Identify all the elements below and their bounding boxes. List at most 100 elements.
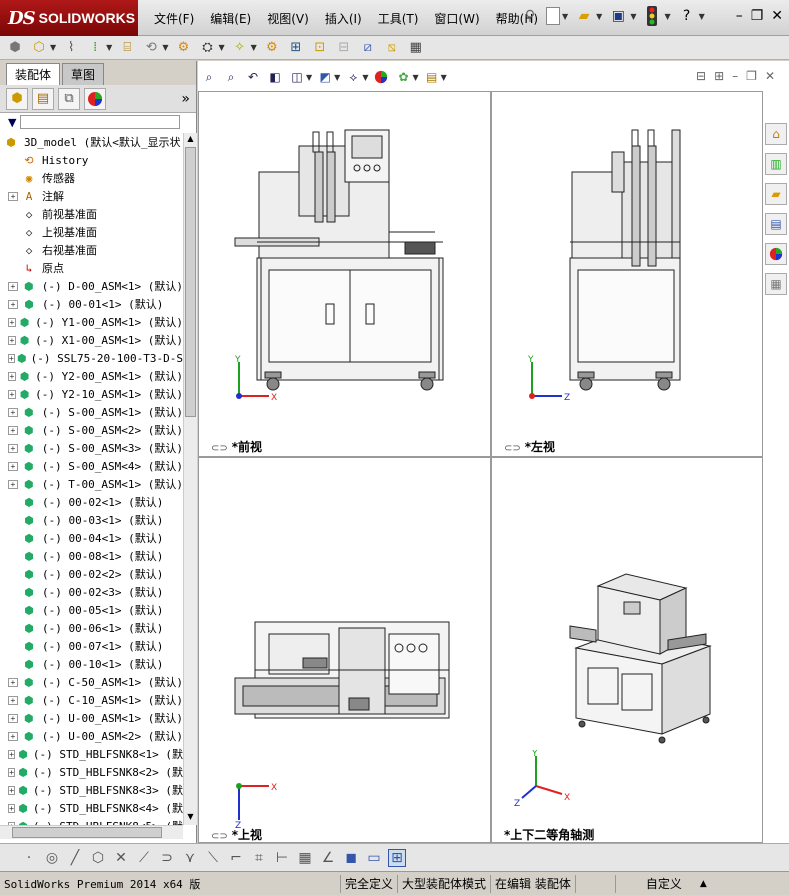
chevron-down-icon[interactable]: ▼ [412,73,418,82]
zoom-to-fit-icon[interactable]: ⌕ [200,68,218,86]
close-icon[interactable]: ✕ [771,8,783,24]
expand-icon[interactable]: + [8,785,16,795]
expand-icon[interactable]: + [8,191,18,201]
top-view-pane[interactable]: Z X ⊂⊃ *上视 [198,457,491,843]
menu-tools[interactable]: 工具(T) [370,8,427,29]
expand-icon[interactable]: + [8,389,16,399]
expand-icon[interactable]: + [8,749,16,759]
help-icon[interactable]: ? [677,6,697,26]
polygon-icon[interactable]: ⬡ [89,849,107,867]
tree-item[interactable]: ◇ 前视基准面 [0,205,183,223]
tree-horizontal-scrollbar[interactable] [0,825,183,839]
grid-icon[interactable]: ▦ [296,849,314,867]
tree-item[interactable]: + ⬢ (-) S-00_ASM<1> (默认) [0,403,183,421]
menu-file[interactable]: 文件(F) [146,8,202,29]
tree-item[interactable]: + ⬢ (-) S-00_ASM<3> (默认) [0,439,183,457]
mate-icon[interactable]: ⬡ [30,39,48,57]
expand-icon[interactable]: + [8,479,18,489]
home-icon[interactable]: ⌂ [765,123,787,145]
mirror-icon[interactable]: ⋎ [181,849,199,867]
expand-panel-icon[interactable]: » [181,91,190,107]
tree-item[interactable]: + ⬢ (-) SSL75-20-100-T3-D-S [0,349,183,367]
tree-item[interactable]: ⟲ History [0,151,183,169]
edit-appearance-icon[interactable]: ✿ [394,68,412,86]
tree-root[interactable]: ⬢ 3D_model (默认<默认_显示状 [0,133,183,151]
tree-item[interactable]: ⬢ (-) 00-08<1> (默认) [0,547,183,565]
line-icon[interactable]: ╱ [66,849,84,867]
tree-item[interactable]: + ⬢ (-) X1-00_ASM<1> (默认) [0,331,183,349]
expand-icon[interactable]: + [8,299,18,309]
pattern-icon[interactable]: ⁞ [86,39,104,57]
expand-icon[interactable]: + [8,695,18,705]
scroll-up-icon[interactable]: ▲ [185,134,196,146]
instant3d-icon[interactable]: ▦ [407,39,425,57]
minimize-icon[interactable]: – [732,69,738,83]
front-view-pane[interactable]: Y X ⊂⊃ *前视 [198,91,491,457]
clearance-verification-icon[interactable]: ⧅ [383,39,401,57]
insert-component-icon[interactable]: ⬢ [6,39,24,57]
tree-item[interactable]: + ⬢ (-) C-10_ASM<1> (默认) [0,691,183,709]
tab-sketch[interactable]: 草图 [62,63,105,85]
expand-icon[interactable]: + [8,353,15,363]
single-view-icon[interactable]: ▭ [365,849,383,867]
view-settings-toggle-icon[interactable]: ⊞ [714,69,724,83]
chevron-down-icon[interactable]: ▼ [50,43,56,52]
left-view-pane[interactable]: Y Z ⊂⊃ *左视 [491,91,763,457]
previous-view-icon[interactable]: ↶ [244,68,262,86]
chevron-down-icon[interactable]: ▼ [441,73,447,82]
expand-icon[interactable]: + [8,731,18,741]
feature-manager-icon[interactable]: ⬢ [6,87,28,110]
design-library-icon[interactable]: ▥ [765,153,787,175]
show-hidden-icon[interactable]: ⚙ [174,39,192,57]
chevron-down-icon[interactable]: ▼ [664,12,670,21]
isometric-view-pane[interactable]: Y X Z *上下二等角轴测 [491,457,763,843]
tree-item[interactable]: + ⬢ (-) STD_HBLFSNK8<4> (默 [0,799,183,817]
restore-icon[interactable]: ❐ [751,8,764,24]
tree-item[interactable]: + ⬢ (-) U-00_ASM<2> (默认) [0,727,183,745]
expand-icon[interactable]: + [8,407,18,417]
smart-fasteners-icon[interactable]: ⌸ [118,39,136,57]
link-views-icon[interactable]: ⊟ [696,69,706,83]
chevron-down-icon[interactable]: ▼ [106,43,112,52]
tree-item[interactable]: ⬢ (-) 00-02<2> (默认) [0,565,183,583]
menu-window[interactable]: 窗口(W) [426,8,487,29]
appearances-icon[interactable] [765,243,787,265]
point-icon[interactable]: · [20,849,38,867]
tree-item[interactable]: + ⬢ (-) Y2-00_ASM<1> (默认) [0,367,183,385]
scroll-thumb[interactable] [12,827,162,838]
solidworks-logo[interactable]: DS SOLIDWORKS [0,0,138,36]
menu-view[interactable]: 视图(V) [259,8,317,29]
expand-icon[interactable]: + [8,281,18,291]
expand-icon[interactable]: + [8,317,16,327]
tree-item[interactable]: + A 注解 [0,187,183,205]
chevron-down-icon[interactable]: ▼ [251,43,257,52]
hide-show-items-icon[interactable] [372,68,390,86]
display-style-icon[interactable]: ⟡ [344,68,362,86]
tree-item[interactable]: + ⬢ (-) 00-01<1> (默认) [0,295,183,313]
custom-properties-icon[interactable]: ▦ [765,273,787,295]
tree-item[interactable]: + ⬢ (-) STD_HBLFSNK8<1> (默 [0,745,183,763]
tree-item[interactable]: + ⬢ (-) D-00_ASM<1> (默认) [0,277,183,295]
chevron-down-icon[interactable]: ▼ [334,73,340,82]
dynamic-annotation-icon[interactable]: ◫ [288,68,306,86]
expand-icon[interactable]: + [8,713,18,723]
minimize-icon[interactable]: – [736,8,743,24]
tree-item[interactable]: ⬢ (-) 00-03<1> (默认) [0,511,183,529]
reference-geometry-icon[interactable]: ✧ [231,39,249,57]
filter-icon[interactable]: ▼ [8,116,16,129]
chevron-down-icon[interactable]: ▼ [630,12,636,21]
tree-item[interactable]: ⬢ (-) 00-02<3> (默认) [0,583,183,601]
circle-icon[interactable]: ◎ [43,849,61,867]
tree-item[interactable]: + ⬢ (-) STD_HBLFSNK8<2> (默 [0,763,183,781]
units-status[interactable]: 自定义 [614,874,686,893]
corner-rectangle-icon[interactable]: ⌐ [227,849,245,867]
save-icon[interactable]: ▣ [608,6,628,26]
new-document-icon[interactable] [546,7,560,25]
rebuild-traffic-light-icon[interactable] [642,6,662,26]
bill-of-materials-icon[interactable]: ⊞ [287,39,305,57]
tree-item[interactable]: + ⬢ (-) C-50_ASM<1> (默认) [0,673,183,691]
offset-icon[interactable]: ⊃ [158,849,176,867]
tree-item[interactable]: ◇ 右视基准面 [0,241,183,259]
angle-icon[interactable]: ∠ [319,849,337,867]
tree-item[interactable]: + ⬢ (-) Y1-00_ASM<1> (默认) [0,313,183,331]
